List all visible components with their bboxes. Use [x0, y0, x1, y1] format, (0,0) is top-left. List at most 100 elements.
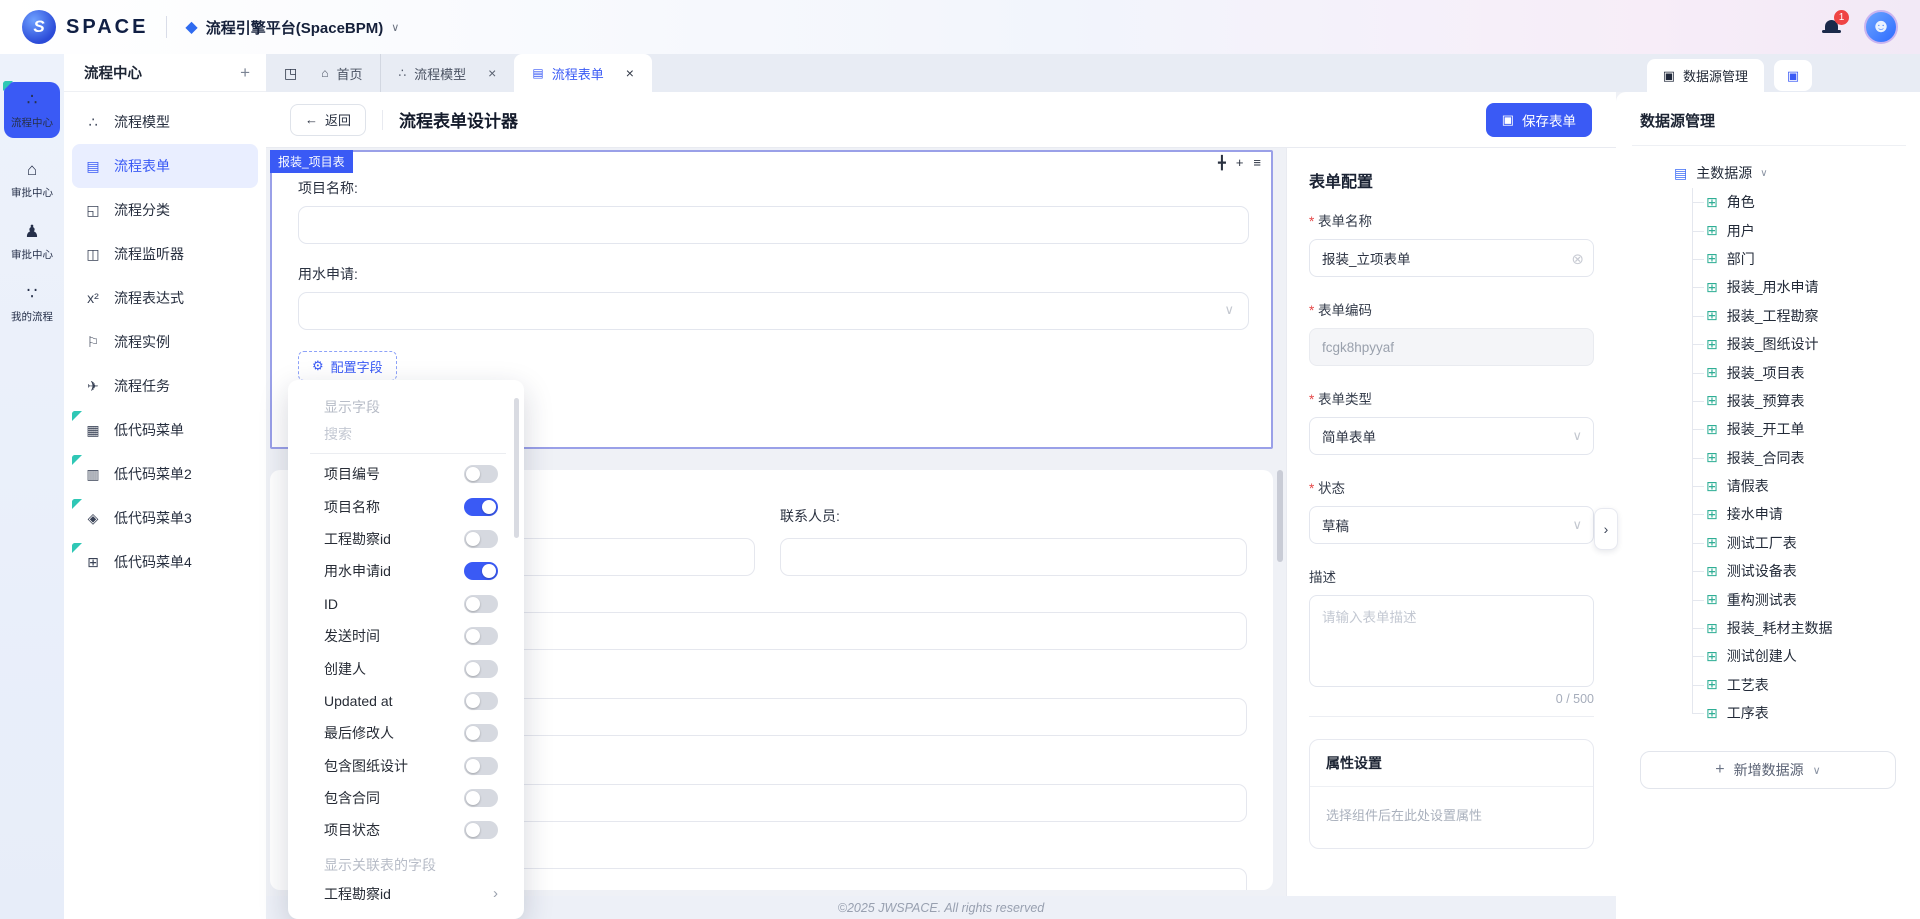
menu-item[interactable]: ▦ 低代码菜单 — [72, 408, 258, 452]
toggle-switch[interactable] — [464, 724, 498, 742]
document-tab[interactable]: ∴ 流程模型 × — [381, 54, 515, 92]
rail-item[interactable]: ∴ 流程中心 — [4, 82, 60, 138]
field-toggle-row[interactable]: 创建人 — [288, 652, 524, 684]
tree-table-item[interactable]: ⊞ 重构测试表 — [1616, 585, 1920, 613]
tree-table-item[interactable]: ⊞ 接水申请 — [1616, 500, 1920, 528]
tree-table-item[interactable]: ⊞ 报装_工程勘察 — [1616, 302, 1920, 330]
rail-item[interactable]: ♟ 审批中心 — [11, 222, 53, 262]
tree-table-item[interactable]: ⊞ 部门 — [1616, 245, 1920, 273]
tree-table-item[interactable]: ⊞ 用户 — [1616, 216, 1920, 244]
related-field-row[interactable]: 工程勘察id — [288, 877, 524, 911]
toggle-switch[interactable] — [464, 465, 498, 483]
toggle-switch[interactable] — [464, 692, 498, 710]
menu-item[interactable]: ◱ 流程分类 — [72, 188, 258, 232]
field-toggle-row[interactable]: 发送时间 — [288, 620, 524, 652]
field-toggle-row[interactable]: ID — [288, 588, 524, 620]
menu-item[interactable]: x² 流程表达式 — [72, 276, 258, 320]
user-avatar[interactable]: ☻ — [1864, 10, 1898, 44]
contact-input[interactable] — [780, 538, 1247, 576]
tree-table-item[interactable]: ⊞ 报装_项目表 — [1616, 358, 1920, 386]
tree-root-main-datasource[interactable]: 主数据源 ∨ — [1616, 158, 1920, 188]
project-name-input[interactable] — [298, 206, 1249, 244]
form-name-input[interactable] — [1309, 239, 1594, 277]
tree-table-item[interactable]: ⊞ 请假表 — [1616, 472, 1920, 500]
tree-table-item[interactable]: ⊞ 测试创建人 — [1616, 642, 1920, 670]
toggle-switch[interactable] — [464, 627, 498, 645]
toggle-switch[interactable] — [464, 562, 498, 580]
toggle-switch[interactable] — [464, 660, 498, 678]
tree-table-item[interactable]: ⊞ 报装_开工单 — [1616, 415, 1920, 443]
rail-item[interactable]: ∵ 我的流程 — [11, 284, 53, 324]
save-form-button[interactable]: 保存表单 — [1486, 103, 1592, 137]
field-toggle-row[interactable]: 用水申请id — [288, 555, 524, 587]
datasource-panel-title: 数据源管理 — [1640, 110, 1920, 131]
clear-input-icon[interactable]: ⊗ — [1571, 250, 1584, 268]
panel-collapse-handle[interactable]: › — [1594, 508, 1618, 550]
menu-item[interactable]: ◈ 低代码菜单3 — [72, 496, 258, 540]
add-datasource-label: 新增数据源 — [1734, 760, 1804, 780]
dropdown-scrollbar[interactable] — [514, 398, 519, 538]
menu-item[interactable]: ⊞ 低代码菜单4 — [72, 540, 258, 584]
toggle-switch[interactable] — [464, 530, 498, 548]
table-icon: ⊞ — [1706, 620, 1718, 637]
tree-table-item[interactable]: ⊞ 工序表 — [1616, 699, 1920, 727]
menu-item[interactable]: ▥ 低代码菜单2 — [72, 452, 258, 496]
configure-fields-button[interactable]: 配置字段 — [298, 351, 397, 381]
menu-item[interactable]: ⚐ 流程实例 — [72, 320, 258, 364]
tree-table-item[interactable]: ⊞ 工艺表 — [1616, 671, 1920, 699]
tree-table-item[interactable]: ⊞ 报装_预算表 — [1616, 387, 1920, 415]
toggle-switch[interactable] — [464, 789, 498, 807]
tree-table-item[interactable]: ⊞ 报装_图纸设计 — [1616, 330, 1920, 358]
tree-table-item[interactable]: ⊞ 角色 — [1616, 188, 1920, 216]
add-datasource-button[interactable]: 新增数据源 — [1640, 751, 1896, 789]
field-toggle-row[interactable]: 工程勘察id — [288, 523, 524, 555]
field-search-input[interactable] — [324, 426, 474, 442]
toggle-switch[interactable] — [464, 821, 498, 839]
menu-add-button[interactable]: + — [240, 63, 250, 83]
document-tab[interactable]: ▤ 流程表单 × — [514, 54, 652, 92]
menu-icon[interactable]: ≡ — [1253, 155, 1261, 171]
form-type-select[interactable]: 简单表单 — [1309, 417, 1594, 455]
field-toggle-row[interactable]: 包含图纸设计 — [288, 750, 524, 782]
toggle-switch[interactable] — [464, 595, 498, 613]
back-button[interactable]: 返回 — [290, 104, 366, 136]
document-tab[interactable]: ⌂ 首页 × — [303, 54, 380, 92]
notification-bell-icon[interactable]: 1 — [1822, 17, 1842, 37]
app-switcher-chevron-icon[interactable]: ∨ — [391, 21, 399, 34]
field-toggle-row[interactable]: 最后修改人 — [288, 717, 524, 749]
properties-card: 属性设置 选择组件后在此处设置属性 — [1309, 739, 1594, 849]
menu-item[interactable]: ∴ 流程模型 — [72, 100, 258, 144]
tree-table-item[interactable]: ⊞ 报装_耗材主数据 — [1616, 614, 1920, 642]
toggle-switch[interactable] — [464, 757, 498, 775]
canvas-scrollbar[interactable] — [1277, 470, 1283, 562]
menu-item[interactable]: ▤ 流程表单 — [72, 144, 258, 188]
rail-item[interactable]: ⌂ 审批中心 — [11, 160, 53, 200]
window-panel-icon[interactable]: ◳ — [284, 65, 297, 82]
tree-table-label: 角色 — [1727, 192, 1755, 212]
menu-item[interactable]: ✈ 流程任务 — [72, 364, 258, 408]
form-status-select[interactable]: 草稿 — [1309, 506, 1594, 544]
tree-table-item[interactable]: ⊞ 测试工厂表 — [1616, 529, 1920, 557]
datasource-secondary-tab[interactable]: ▣ — [1774, 60, 1812, 91]
dropdown-divider — [310, 453, 506, 454]
add-icon[interactable]: + — [1236, 155, 1244, 171]
field-toggle-row[interactable]: 项目名称 — [288, 490, 524, 522]
tab-close-icon[interactable]: × — [488, 65, 496, 81]
tab-close-icon[interactable]: × — [626, 65, 634, 81]
form-config-panel: 表单配置 表单名称 ⊗ 表单编码 表单类型 — [1286, 148, 1616, 896]
field-toggle-row[interactable]: Updated at — [288, 685, 524, 717]
menu-item-label: 低代码菜单 — [114, 420, 184, 440]
tree-table-item[interactable]: ⊞ 报装_合同表 — [1616, 444, 1920, 472]
form-desc-textarea[interactable] — [1309, 595, 1594, 687]
field-toggle-row[interactable]: 项目状态 — [288, 814, 524, 846]
menu-item[interactable]: ◫ 流程监听器 — [72, 232, 258, 276]
tree-table-item[interactable]: ⊞ 报装_用水申请 — [1616, 273, 1920, 301]
move-icon[interactable]: ╋ — [1218, 155, 1226, 171]
field-toggle-row[interactable]: 包含合同 — [288, 782, 524, 814]
field-toggle-row[interactable]: 项目编号 — [288, 458, 524, 490]
top-bar: S SPACE ◆ 流程引擎平台(SpaceBPM) ∨ 1 ☻ — [0, 0, 1920, 54]
tree-table-item[interactable]: ⊞ 测试设备表 — [1616, 557, 1920, 585]
toggle-switch[interactable] — [464, 498, 498, 516]
water-apply-select[interactable] — [298, 292, 1249, 330]
datasource-manager-tab[interactable]: ▣ 数据源管理 — [1647, 59, 1764, 92]
